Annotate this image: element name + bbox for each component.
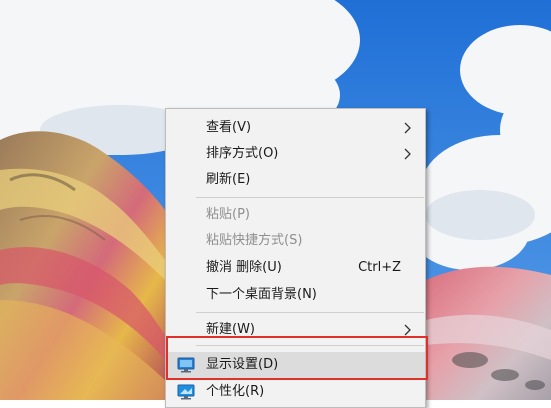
menu-item-label: 个性化(R)	[206, 384, 265, 399]
menu-item-undo-delete[interactable]: 撤消 删除(U) Ctrl+Z	[166, 255, 425, 281]
menu-separator	[196, 197, 424, 198]
context-menu: 查看(V) 排序方式(O) 刷新(E) 粘贴(P) 粘贴快捷方式(S) 撤消 删…	[165, 108, 426, 408]
menu-item-refresh[interactable]: 刷新(E)	[166, 167, 425, 193]
menu-separator	[196, 345, 424, 346]
chevron-right-icon	[404, 148, 411, 160]
menu-item-sort-by[interactable]: 排序方式(O)	[166, 141, 425, 167]
menu-item-label: 撤消 删除(U)	[206, 260, 282, 275]
menu-item-paste-shortcut: 粘贴快捷方式(S)	[166, 228, 425, 254]
menu-separator	[196, 312, 424, 313]
menu-item-label: 粘贴(P)	[206, 207, 250, 222]
menu-item-next-background[interactable]: 下一个桌面背景(N)	[166, 282, 425, 308]
menu-item-shortcut: Ctrl+Z	[358, 260, 401, 275]
display-icon	[177, 357, 195, 373]
menu-item-new[interactable]: 新建(W)	[166, 317, 425, 343]
menu-item-label: 显示设置(D)	[206, 357, 279, 372]
menu-item-label: 下一个桌面背景(N)	[206, 287, 317, 302]
menu-item-view[interactable]: 查看(V)	[166, 115, 425, 141]
menu-item-label: 查看(V)	[206, 120, 252, 135]
menu-item-label: 排序方式(O)	[206, 146, 279, 161]
menu-item-label: 新建(W)	[206, 322, 255, 337]
menu-item-label: 刷新(E)	[206, 172, 251, 187]
chevron-right-icon	[404, 324, 411, 336]
personalize-icon	[177, 384, 195, 400]
chevron-right-icon	[404, 122, 411, 134]
menu-item-label: 粘贴快捷方式(S)	[206, 233, 303, 248]
menu-item-display-settings[interactable]: 显示设置(D)	[166, 352, 425, 378]
menu-item-personalize[interactable]: 个性化(R)	[166, 379, 425, 405]
menu-item-paste: 粘贴(P)	[166, 202, 425, 228]
